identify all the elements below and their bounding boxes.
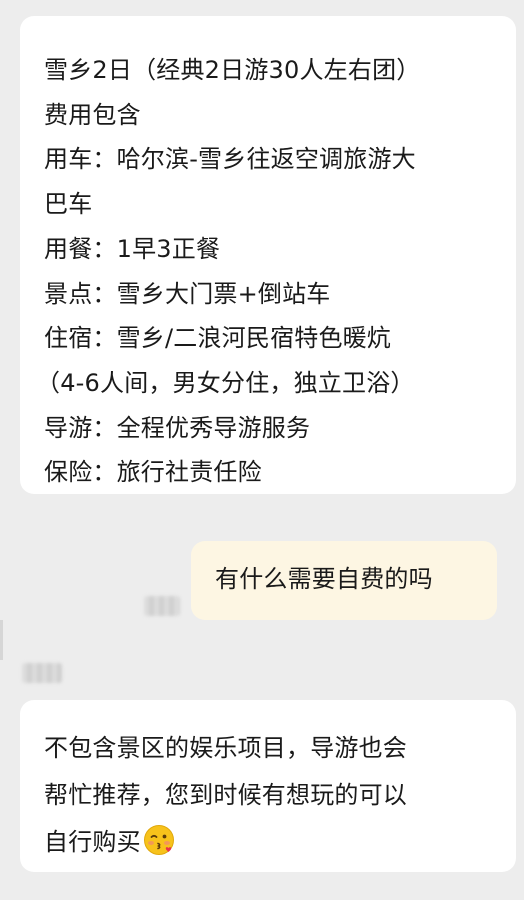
message-line: 雪乡2日（经典2日游30人左右团） [44,56,421,84]
message-line: 费用包含 [44,100,141,129]
message-line: 景点：雪乡大门票+倒站车 [44,279,331,308]
message-line: 不包含景区的娱乐项目，导游也会 [44,734,407,762]
message-line: 自行购买 [44,828,141,856]
sender-name-blurred [22,663,62,683]
left-edge-mark [0,620,3,660]
message-bubble-package-info[interactable]: 雪乡2日（经典2日游30人左右团） 费用包含 用车：哈尔滨-雪乡往返空调旅游大 … [20,16,516,494]
message-line: （4-6人间，男女分住，独立卫浴） [36,368,415,397]
message-line: 有什么需要自费的吗 [215,565,433,593]
message-bubble-question[interactable]: 有什么需要自费的吗 [191,541,497,620]
message-line: 保险：旅行社责任险 [44,458,262,487]
kissing-face-icon [143,824,175,856]
message-line: 帮忙推荐，您到时候有想玩的可以 [44,781,407,809]
message-bubble-answer[interactable]: 不包含景区的娱乐项目，导游也会 帮忙推荐，您到时候有想玩的可以 自行购买 [20,700,516,872]
message-line-with-emoji: 自行购买 [44,819,516,866]
message-line: 导游：全程优秀导游服务 [44,413,311,442]
sender-name-blurred [144,596,180,616]
message-line: 住宿：雪乡/二浪河民宿特色暖炕 [44,324,392,353]
message-line: 用餐：1早3正餐 [44,234,221,263]
message-line: 巴车 [44,190,93,219]
message-line: 用车：哈尔滨-雪乡往返空调旅游大 [44,145,416,174]
